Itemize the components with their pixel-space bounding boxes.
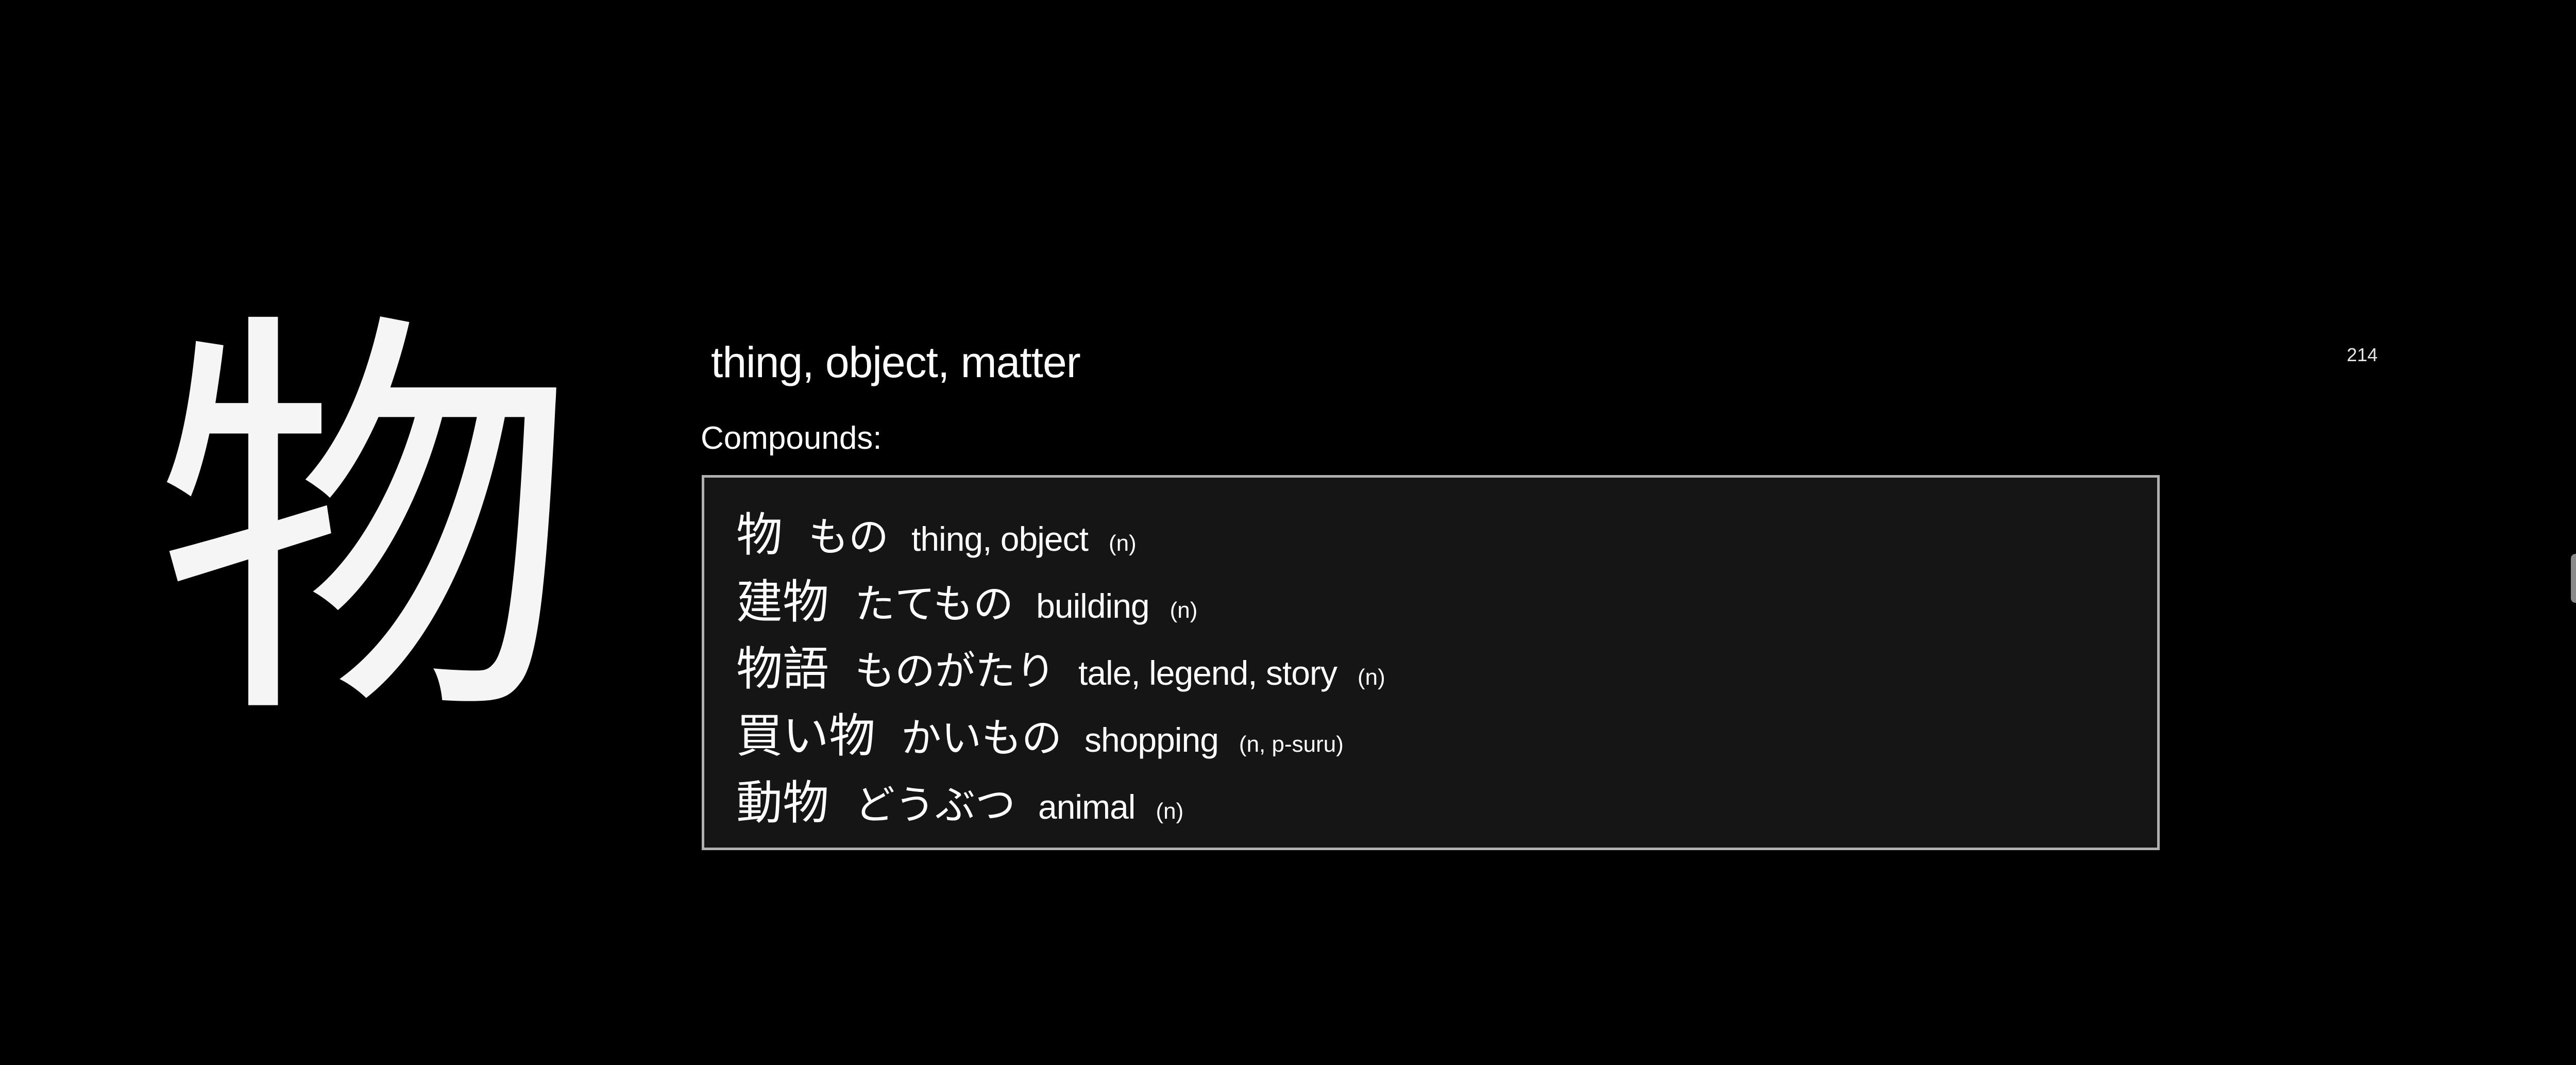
compound-row: 物 もの thing, object (n) [736, 497, 2157, 564]
compound-row: 建物 たてもの building (n) [736, 564, 2157, 631]
kanji-meaning: thing, object, matter [711, 338, 1081, 386]
compound-part-of-speech: (n) [1170, 598, 1198, 623]
compound-row: 買い物 かいもの shopping (n, p-suru) [736, 698, 2157, 765]
compound-meaning: shopping [1084, 721, 1219, 759]
compound-part-of-speech: (n, p-suru) [1239, 732, 1344, 757]
compound-meaning: thing, object [911, 520, 1089, 558]
compound-row: 物語 ものがたり tale, legend, story (n) [736, 631, 2157, 698]
frame-number: 214 [2347, 344, 2378, 365]
compound-word: 買い物 [736, 709, 875, 763]
compounds-label: Compounds: [701, 420, 882, 456]
compound-meaning: tale, legend, story [1078, 654, 1337, 692]
compound-meaning: building [1036, 587, 1150, 625]
kanji-character: 物 [155, 280, 577, 771]
compound-reading: もの [808, 514, 889, 561]
compound-part-of-speech: (n) [1358, 665, 1385, 690]
compound-reading: かいもの [901, 715, 1062, 762]
compound-meaning: animal [1038, 788, 1136, 826]
compound-reading: ものがたり [855, 648, 1056, 695]
compound-word: 動物 [736, 776, 829, 830]
compound-part-of-speech: (n) [1156, 799, 1184, 824]
compound-row: 動物 どうぶつ animal (n) [736, 765, 2157, 832]
compound-word: 物語 [736, 642, 829, 696]
scroll-handle[interactable] [2571, 554, 2576, 603]
compound-word: 建物 [736, 575, 829, 629]
compound-word: 物 [736, 508, 783, 562]
compounds-list: 物 もの thing, object (n) 建物 たてもの building … [702, 475, 2160, 850]
compound-reading: たてもの [855, 581, 1014, 628]
compound-reading: どうぶつ [855, 782, 1016, 829]
compound-part-of-speech: (n) [1108, 531, 1137, 556]
